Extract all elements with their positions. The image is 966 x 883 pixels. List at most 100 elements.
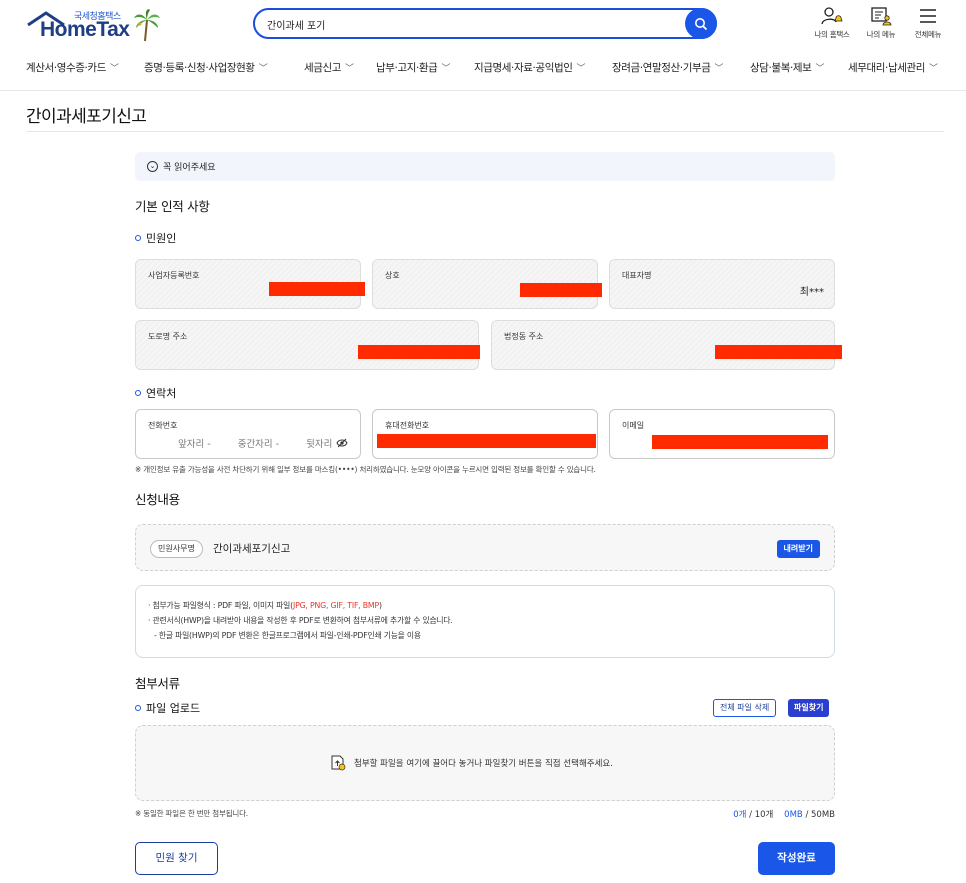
- file-max: / 10개: [746, 810, 774, 820]
- info-box: · 첨부가능 파일형식 : PDF 파일, 이미지 파일(JPG, PNG, G…: [135, 585, 835, 658]
- duplicate-note: ※ 동일한 파일은 한 번만 첨부됩니다.: [135, 809, 248, 818]
- nav-item-certificate[interactable]: 증명·등록·신청·사업장현황 ﹀: [144, 60, 268, 75]
- info-line-hwp: · 관련서식(HWP)을 내려받아 내용을 작성한 후 PDF로 변환하여 첨부…: [148, 616, 453, 625]
- upload-heading: 파일 업로드: [135, 700, 200, 716]
- my-menu-label: 나의 메뉴: [866, 30, 896, 39]
- hometax-logo[interactable]: 국세청홈택스 HomeTax: [26, 8, 161, 42]
- nav-item-statement[interactable]: 지급명세·자료·공익법인 ﹀: [474, 60, 585, 75]
- request-badge: 민원사무명: [150, 540, 203, 558]
- road-address-label: 도로명 주소: [148, 332, 188, 341]
- email-label: 이메일: [622, 421, 645, 430]
- menu-person-icon: [871, 7, 892, 26]
- request-heading: 신청내용: [135, 492, 180, 507]
- redaction-block: [520, 283, 602, 297]
- download-button[interactable]: 내려받기: [776, 540, 820, 558]
- file-counts: 0개 / 10개 0MB / 50MB: [733, 808, 835, 820]
- nav-label: 상담·불복·제보: [750, 62, 812, 74]
- upload-heading-label: 파일 업로드: [146, 702, 201, 715]
- bullet-icon: [135, 235, 141, 241]
- hamburger-icon: [920, 9, 936, 23]
- nav-label: 증명·등록·신청·사업장현황: [144, 62, 255, 74]
- info-formats-prefix: · 첨부가능 파일형식 : PDF 파일, 이미지 파일(: [148, 601, 293, 610]
- phone-field[interactable]: 전화번호 앞자리 - 중간자리 - 뒷자리: [135, 409, 361, 459]
- delete-all-files-button[interactable]: 전체 파일 삭제: [713, 699, 777, 717]
- nav-item-tax-return[interactable]: 세금신고 ﹀: [304, 60, 354, 75]
- nav-label: 계산서·영수증·카드: [26, 62, 106, 74]
- eye-slash-icon[interactable]: [336, 438, 348, 448]
- chevron-down-icon: ﹀: [815, 64, 825, 74]
- representative-label: 대표자명: [622, 271, 652, 280]
- find-request-button[interactable]: 민원 찾기: [135, 842, 218, 875]
- chevron-down-icon: ﹀: [258, 64, 268, 74]
- applicant-heading: 민원인: [135, 230, 176, 246]
- redaction-block: [269, 282, 365, 296]
- my-hometax-button[interactable]: 나의 홈택스: [807, 6, 857, 42]
- nav-item-invoice[interactable]: 계산서·영수증·카드 ﹀: [26, 60, 119, 75]
- request-name: 간이과세포기신고: [213, 543, 291, 555]
- trade-name-field: 상호: [372, 259, 602, 309]
- main-nav: 계산서·영수증·카드 ﹀ 증명·등록·신청·사업장현황 ﹀ 세금신고 ﹀ 납부·고지·…: [0, 55, 966, 81]
- page-title: 간이과세포기신고: [26, 107, 147, 127]
- attachments-heading: 첨부서류: [135, 676, 180, 691]
- notice-accordion[interactable]: ⌄ 꼭 읽어주세요: [135, 152, 835, 181]
- search-input[interactable]: [267, 15, 687, 33]
- redaction-block: [358, 345, 480, 359]
- nav-item-payment[interactable]: 납부·고지·환급 ﹀: [376, 60, 450, 75]
- nav-item-incentive[interactable]: 장려금·연말정산·기부금 ﹀: [612, 60, 723, 75]
- info-line-formats: · 첨부가능 파일형식 : PDF 파일, 이미지 파일(JPG, PNG, G…: [148, 600, 382, 611]
- phone-label: 전화번호: [148, 421, 178, 430]
- my-hometax-label: 나의 홈택스: [814, 30, 850, 39]
- submit-button[interactable]: 작성완료: [758, 842, 835, 875]
- nav-item-agent[interactable]: 세무대리·납세관리 ﹀: [848, 60, 938, 75]
- nav-label: 세무대리·납세관리: [848, 62, 926, 74]
- business-no-label: 사업자등록번호: [148, 271, 200, 280]
- file-drop-zone[interactable]: 첨부할 파일을 여기에 끌어다 놓거나 파일찾기 버튼을 직접 선택해주세요.: [135, 725, 835, 801]
- my-menu-button[interactable]: 나의 메뉴: [856, 6, 906, 42]
- masking-note: ※ 개인정보 유출 가능성을 사전 차단하기 위해 일부 정보를 마스킹(•••…: [135, 465, 596, 474]
- contact-heading: 연락처: [135, 385, 176, 401]
- chevron-down-icon: ﹀: [441, 64, 451, 74]
- lot-address-field: 법정동 주소: [491, 320, 842, 370]
- phone-parts: 앞자리 - 중간자리 - 뒷자리: [178, 436, 332, 450]
- title-divider: [26, 131, 944, 132]
- bullet-icon: [135, 390, 141, 396]
- email-field[interactable]: 이메일: [609, 409, 835, 459]
- road-address-field: 도로명 주소: [135, 320, 480, 370]
- request-box: 민원사무명 간이과세포기신고 내려받기: [135, 524, 835, 571]
- info-formats-suffix: ): [378, 601, 382, 610]
- basic-info-heading: 기본 인적 사항: [135, 199, 210, 214]
- contact-heading-label: 연락처: [146, 387, 177, 400]
- bullet-icon: [135, 705, 141, 711]
- all-menu-button[interactable]: 전체메뉴: [903, 6, 953, 42]
- nav-divider: [0, 90, 966, 91]
- phone-part-front[interactable]: 앞자리 -: [178, 439, 211, 450]
- search-icon: [695, 17, 708, 30]
- size-max: / 50MB: [802, 810, 835, 820]
- chevron-down-icon: ﹀: [576, 64, 586, 74]
- phone-part-last[interactable]: 뒷자리: [306, 439, 332, 450]
- info-line-convert: - 한글 파일(HWP)의 PDF 변환은 한글프로그램에서 파일-인쇄-PDF…: [154, 631, 421, 640]
- logo-main-text: HomeTax: [40, 18, 130, 41]
- lot-address-label: 법정동 주소: [504, 332, 544, 341]
- business-no-field: 사업자등록번호: [135, 259, 365, 309]
- palm-tree-icon: [134, 9, 160, 42]
- nav-item-consult[interactable]: 상담·불복·제보 ﹀: [750, 60, 824, 75]
- file-count: 0개: [733, 810, 747, 820]
- header: 국세청홈택스 HomeTax 나의 홈택스: [0, 0, 966, 48]
- redaction-block: [652, 435, 828, 449]
- search-button[interactable]: [685, 8, 717, 39]
- chevron-down-icon: ﹀: [929, 64, 938, 74]
- mobile-field[interactable]: 휴대전화번호: [372, 409, 598, 459]
- chevron-down-icon: ﹀: [714, 64, 724, 74]
- applicant-heading-label: 민원인: [146, 232, 177, 245]
- phone-part-middle[interactable]: 중간자리 -: [238, 439, 279, 450]
- nav-label: 납부·고지·환급: [376, 62, 438, 74]
- all-menu-label: 전체메뉴: [914, 30, 942, 39]
- representative-field: 대표자명 최***: [609, 259, 835, 309]
- chevron-down-icon: ﹀: [345, 64, 354, 74]
- find-file-button[interactable]: 파일찾기: [788, 699, 830, 717]
- notice-text: 꼭 읽어주세요: [163, 163, 216, 173]
- drop-zone-text: 첨부할 파일을 여기에 끌어다 놓거나 파일찾기 버튼을 직접 선택해주세요.: [354, 759, 613, 769]
- trade-name-label: 상호: [385, 271, 400, 280]
- representative-value: 최***: [799, 287, 824, 298]
